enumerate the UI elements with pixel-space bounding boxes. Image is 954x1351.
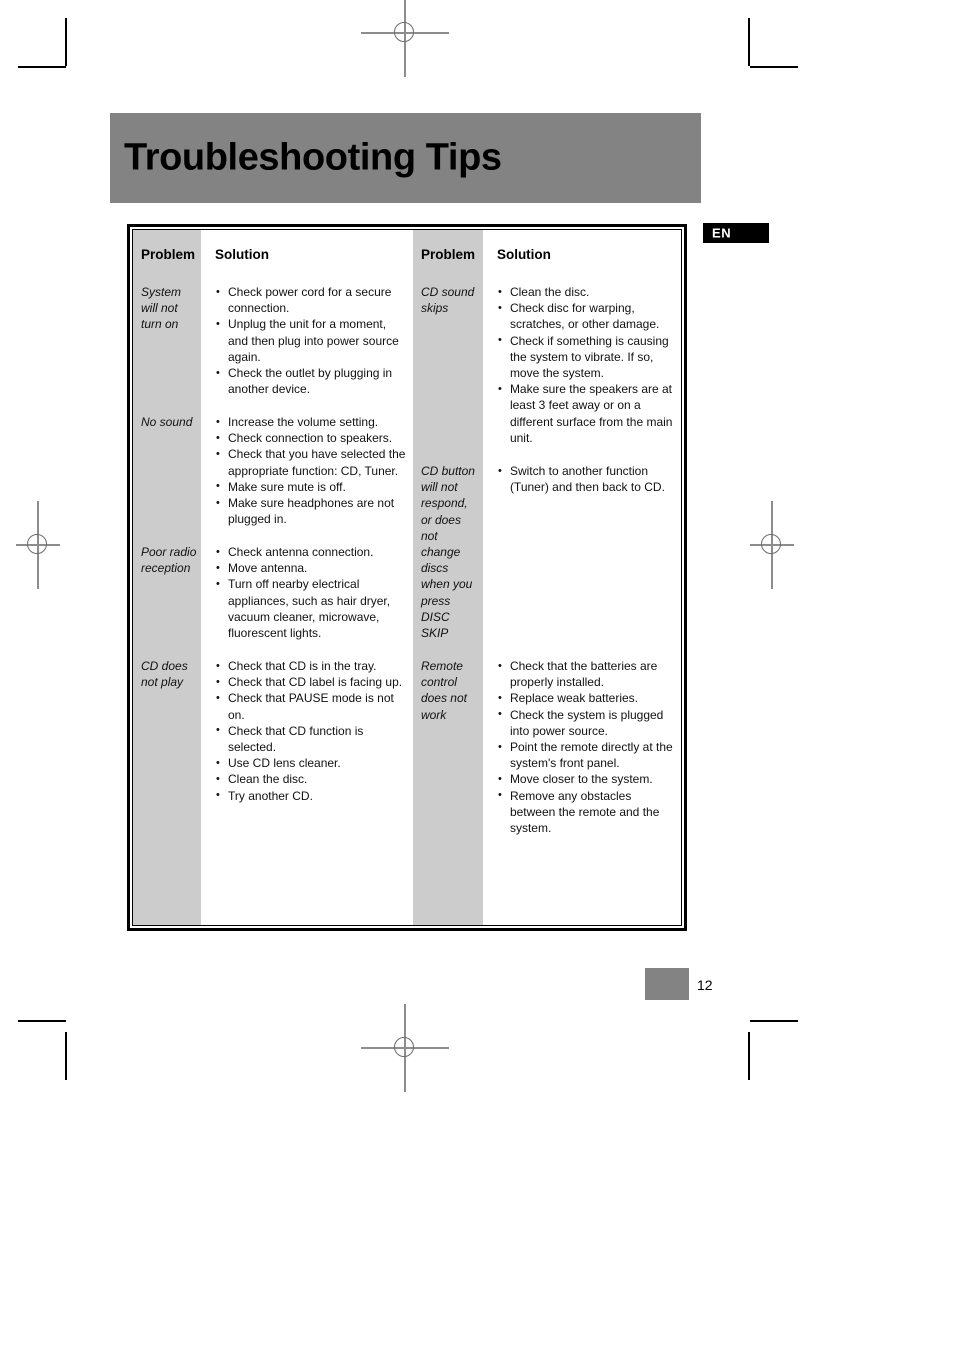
- solution-bullet: Point the remote directly at the system'…: [497, 739, 675, 771]
- solution-column-right: Solution Clean the disc.Check disc for w…: [482, 230, 681, 925]
- troubleshooting-table-inner: Problem System will not turn on No sound P…: [132, 229, 682, 926]
- solution-bullet-list: Check that the batteries are properly in…: [497, 657, 675, 837]
- registration-mark-ring: [394, 1037, 414, 1057]
- solution-bullet: Check the system is plugged into power s…: [497, 706, 675, 739]
- problem-list-left: System will not turn on No sound Poor radi…: [141, 284, 197, 804]
- solution-column-left: Solution Check power cord for a secure c…: [201, 230, 413, 925]
- solution-bullet-list: Check that CD is in the tray.Check that …: [215, 657, 407, 804]
- registration-mark-left: [16, 501, 60, 589]
- table-columns: Problem System will not turn on No sound P…: [133, 230, 681, 925]
- solution-bullet: Try another CD.: [215, 787, 407, 804]
- registration-mark-top: [361, 0, 449, 77]
- solution-bullet-list: Clean the disc.Check disc for warping, s…: [497, 283, 675, 446]
- solution-bullet: Check connection to speakers.: [215, 430, 407, 446]
- solution-cell: Clean the disc.Check disc for warping, s…: [497, 283, 675, 446]
- registration-mark-ring: [394, 22, 414, 42]
- language-badge: EN: [703, 223, 769, 243]
- crop-mark-top-left-vertical: [65, 18, 67, 66]
- solution-list-right: Clean the disc.Check disc for warping, s…: [497, 283, 675, 837]
- solution-bullet: Check that CD function is selected.: [215, 722, 407, 755]
- page-title: Troubleshooting Tips: [124, 136, 502, 179]
- problem-column-right: Problem CD sound skips CD button will not…: [412, 230, 483, 925]
- registration-mark-ring: [27, 534, 47, 554]
- solution-bullet: Clean the disc.: [215, 771, 407, 787]
- registration-mark-right: [750, 501, 794, 589]
- solution-bullet: Make sure mute is off.: [215, 478, 407, 495]
- problem-cell: Remote control does not work: [420, 659, 467, 722]
- column-header-solution-right: Solution: [496, 247, 551, 262]
- solution-bullet: Remove any obstacles between the remote …: [497, 787, 675, 837]
- solution-bullet: Clean the disc.: [497, 283, 675, 300]
- solution-bullet: Make sure headphones are not plugged in.: [215, 495, 407, 527]
- solution-bullet: Check the outlet by plugging in another …: [215, 365, 407, 397]
- solution-bullet-list: Switch to another function (Tuner) and t…: [497, 462, 675, 495]
- solution-bullet: Check that PAUSE mode is not on.: [215, 690, 407, 722]
- column-header-problem-right: Problem: [420, 247, 475, 262]
- crop-mark-bottom-right-vertical: [748, 1032, 750, 1080]
- solution-cell: Check power cord for a secure connection…: [215, 283, 407, 397]
- solution-cell: Check that CD is in the tray.Check that …: [215, 657, 407, 804]
- solution-bullet-list: Check antenna connection.Move antenna.Tu…: [215, 543, 407, 641]
- problem-list-right: CD sound skips CD button will not respond…: [421, 284, 479, 836]
- solution-bullet: Increase the volume setting.: [215, 413, 407, 430]
- solution-cell: Increase the volume setting.Check connec…: [215, 413, 407, 527]
- solution-cell: Switch to another function (Tuner) and t…: [497, 462, 675, 641]
- solution-cell: Check that the batteries are properly in…: [497, 657, 675, 837]
- troubleshooting-table: Problem System will not turn on No sound P…: [127, 224, 687, 931]
- table-pane-right: Problem CD sound skips CD button will not…: [412, 230, 681, 925]
- language-badge-label: EN: [712, 225, 732, 241]
- solution-bullet: Make sure the speakers are at least 3 fe…: [497, 381, 675, 446]
- column-header-problem-left: Problem: [141, 247, 196, 262]
- page-number: 12: [697, 977, 713, 993]
- solution-bullet: Unplug the unit for a moment, and then p…: [215, 316, 407, 365]
- problem-cell: Poor radio reception: [141, 545, 197, 576]
- solution-bullet: Check disc for warping, scratches, or ot…: [497, 300, 675, 332]
- solution-bullet: Check antenna connection.: [215, 543, 407, 560]
- solution-bullet: Move closer to the system.: [497, 771, 675, 787]
- crop-mark-top-left-horizontal: [18, 66, 66, 68]
- crop-mark-top-right-vertical: [748, 18, 750, 66]
- problem-cell: CD does not play: [141, 659, 188, 690]
- solution-list-left: Check power cord for a secure connection…: [215, 283, 407, 804]
- solution-bullet: Check if something is causing the system…: [497, 332, 675, 382]
- solution-bullet: Turn off nearby electrical appliances, s…: [215, 576, 407, 641]
- solution-bullet: Check that you have selected the appropr…: [215, 446, 407, 478]
- crop-mark-bottom-right-horizontal: [750, 1020, 798, 1022]
- solution-bullet-list: Check power cord for a secure connection…: [215, 283, 407, 397]
- crop-mark-bottom-left-horizontal: [18, 1020, 66, 1022]
- solution-bullet: Use CD lens cleaner.: [215, 755, 407, 771]
- problem-cell: CD sound skips: [420, 285, 475, 316]
- solution-bullet: Replace weak batteries.: [497, 690, 675, 706]
- registration-mark-bottom: [361, 1004, 449, 1092]
- table-pane-left: Problem System will not turn on No sound P…: [133, 230, 413, 925]
- solution-bullet-list: Increase the volume setting.Check connec…: [215, 413, 407, 527]
- solution-bullet: Switch to another function (Tuner) and t…: [497, 462, 675, 495]
- solution-bullet: Check power cord for a secure connection…: [215, 283, 407, 316]
- problem-cell: System will not turn on: [141, 285, 182, 332]
- problem-cell: CD button will not respond, or does not …: [420, 464, 475, 641]
- column-header-solution-left: Solution: [215, 247, 269, 262]
- crop-mark-bottom-left-vertical: [65, 1032, 67, 1080]
- solution-bullet: Move antenna.: [215, 560, 407, 576]
- problem-column-left: Problem System will not turn on No sound P…: [133, 230, 201, 925]
- solution-bullet: Check that the batteries are properly in…: [497, 657, 675, 690]
- solution-bullet: Check that CD label is facing up.: [215, 674, 407, 690]
- registration-mark-ring: [761, 534, 781, 554]
- solution-bullet: Check that CD is in the tray.: [215, 657, 407, 674]
- crop-mark-top-right-horizontal: [750, 66, 798, 68]
- page-number-tab: [645, 968, 689, 1000]
- problem-cell: No sound: [141, 415, 193, 429]
- page-title-banner: Troubleshooting Tips: [110, 113, 701, 203]
- solution-cell: Check antenna connection.Move antenna.Tu…: [215, 543, 407, 641]
